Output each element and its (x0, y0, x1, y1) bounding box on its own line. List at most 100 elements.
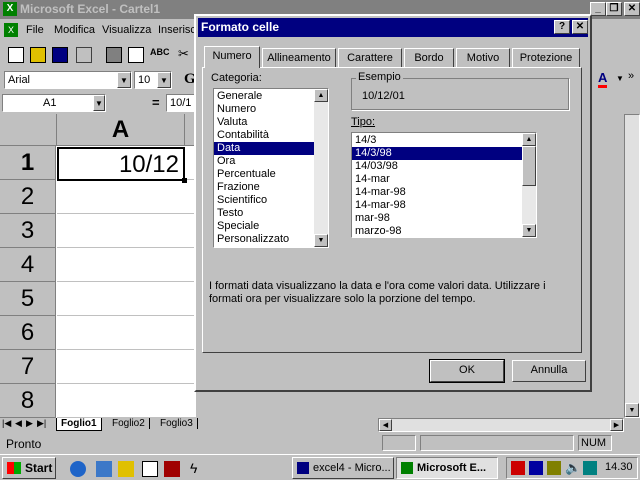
print-icon[interactable] (106, 47, 122, 63)
scroll-up-icon[interactable]: ▲ (522, 133, 536, 146)
menu-file[interactable]: File (26, 20, 44, 40)
tab-motivo[interactable]: Motivo (456, 48, 510, 68)
row-header[interactable]: 3 (0, 214, 56, 248)
minimize-button[interactable]: _ (590, 2, 606, 16)
save-icon[interactable] (52, 47, 68, 63)
list-item[interactable]: Testo (214, 207, 314, 220)
formula-input[interactable]: 10/1 (166, 94, 196, 112)
tray-icon[interactable] (583, 461, 597, 475)
tab-scroll-prev[interactable]: ◀ (15, 418, 22, 429)
start-button[interactable]: Start (2, 457, 56, 479)
list-item[interactable]: Percentuale (214, 168, 314, 181)
task-microsoft-excel[interactable]: Microsoft E... (396, 457, 498, 479)
task-excel4[interactable]: excel4 - Micro... (292, 457, 394, 479)
sheet-tab-foglio2[interactable]: Foglio2 (108, 418, 150, 429)
tray-icon[interactable] (547, 461, 561, 475)
font-color-icon[interactable]: A (598, 71, 608, 88)
ok-button[interactable]: OK (429, 359, 505, 383)
fill-handle[interactable] (182, 178, 187, 183)
tab-scroll-next[interactable]: ▶ (26, 418, 33, 429)
tab-numero[interactable]: Numero (204, 46, 260, 68)
new-file-icon[interactable] (8, 47, 24, 63)
explorer-icon[interactable] (118, 461, 134, 477)
cell-a1[interactable]: 10/12 (57, 147, 187, 183)
list-item[interactable]: Scientifico (214, 194, 314, 207)
list-item[interactable]: marzo-98 (352, 225, 522, 238)
list-item[interactable]: 14-mar (352, 173, 522, 186)
list-item-selected[interactable]: Data (214, 142, 314, 155)
sheet-tab-foglio1[interactable]: Foglio1 (56, 418, 102, 431)
chevron-down-icon[interactable]: ▼ (93, 95, 105, 111)
menu-visualizza[interactable]: Visualizza (102, 20, 151, 40)
list-item[interactable]: Ora (214, 155, 314, 168)
scroll-down-icon[interactable]: ▼ (522, 224, 536, 237)
list-item[interactable]: 14/03/98 (352, 160, 522, 173)
volume-icon[interactable]: 🔈 (565, 460, 581, 476)
scroll-left-icon[interactable]: ◀ (379, 419, 392, 431)
tray-icon[interactable] (511, 461, 525, 475)
print-preview-icon[interactable] (128, 47, 144, 63)
dialog-titlebar[interactable]: Formato celle ? ✕ (198, 18, 588, 37)
tab-scroll-first[interactable]: |◀ (2, 418, 11, 429)
row-header[interactable]: 7 (0, 350, 56, 384)
select-all-corner[interactable] (0, 114, 57, 146)
category-scrollbar[interactable]: ▲ ▼ (314, 89, 328, 247)
scroll-down-icon[interactable]: ▼ (625, 403, 639, 417)
clock[interactable]: 14.30 (605, 461, 633, 473)
dialog-close-button[interactable]: ✕ (572, 20, 588, 34)
list-item[interactable]: Generale (214, 90, 314, 103)
tab-protezione[interactable]: Protezione (512, 48, 580, 68)
horizontal-scrollbar[interactable]: ◀ ▶ (378, 418, 624, 432)
tab-scroll-last[interactable]: ▶| (37, 418, 46, 429)
scroll-up-icon[interactable]: ▲ (314, 89, 328, 102)
row-header[interactable]: 5 (0, 282, 56, 316)
tab-bordo[interactable]: Bordo (404, 48, 454, 68)
tab-allineamento[interactable]: Allineamento (262, 48, 336, 68)
font-select[interactable]: Arial ▼ (4, 71, 132, 89)
row-header[interactable]: 4 (0, 248, 56, 282)
flash-icon[interactable]: ϟ (190, 460, 197, 476)
list-item[interactable]: 14-mar-98 (352, 199, 522, 212)
list-item[interactable]: 14-mar-98 (352, 186, 522, 199)
name-box[interactable]: A1 ▼ (2, 94, 106, 112)
spellcheck-icon[interactable]: ABC (150, 47, 170, 57)
type-list[interactable]: 14/3 14/3/98 14/03/98 14-mar 14-mar-98 1… (351, 132, 537, 238)
list-item[interactable]: mar-98 (352, 212, 522, 225)
vertical-scrollbar[interactable]: ▼ (624, 114, 640, 418)
scroll-down-icon[interactable]: ▼ (314, 234, 328, 247)
row-header[interactable]: 2 (0, 180, 56, 214)
row-header[interactable]: 1 (0, 146, 56, 180)
chevron-down-icon[interactable]: ▼ (117, 72, 131, 88)
app-icon[interactable] (164, 461, 180, 477)
outlook-icon[interactable] (96, 461, 112, 477)
column-header-a[interactable]: A (57, 114, 185, 146)
menu-modifica[interactable]: Modifica (54, 20, 95, 40)
list-item[interactable]: Speciale (214, 220, 314, 233)
workbook-icon[interactable]: X (4, 23, 18, 37)
tray-icon[interactable] (529, 461, 543, 475)
row-header[interactable]: 6 (0, 316, 56, 350)
list-item[interactable]: Frazione (214, 181, 314, 194)
sheet-tab-foglio3[interactable]: Foglio3 (156, 418, 198, 429)
chevron-down-icon[interactable]: ▼ (157, 72, 171, 88)
row-header[interactable]: 8 (0, 384, 56, 418)
list-item-selected[interactable]: 14/3/98 (352, 147, 522, 160)
size-select[interactable]: 10 ▼ (134, 71, 172, 89)
scroll-right-icon[interactable]: ▶ (610, 419, 623, 431)
notepad-icon[interactable] (142, 461, 158, 477)
tab-carattere[interactable]: Carattere (338, 48, 402, 68)
ie-icon[interactable] (70, 461, 86, 477)
close-window-button[interactable]: ✕ (624, 2, 640, 16)
chevron-down-icon[interactable]: ▼ (616, 74, 624, 83)
list-item[interactable]: Personalizzato (214, 233, 314, 246)
list-item[interactable]: 14/3 (352, 134, 522, 147)
email-icon[interactable] (76, 47, 92, 63)
help-button[interactable]: ? (554, 20, 570, 34)
list-item[interactable]: Numero (214, 103, 314, 116)
cut-icon[interactable]: ✂ (178, 46, 189, 62)
restore-button[interactable]: ❐ (606, 2, 622, 16)
list-item[interactable]: Valuta (214, 116, 314, 129)
toolbar-more-icon[interactable]: » (628, 70, 634, 82)
menu-inserisci[interactable]: Inserisc (158, 20, 196, 40)
type-scrollbar[interactable]: ▲ ▼ (522, 133, 536, 237)
